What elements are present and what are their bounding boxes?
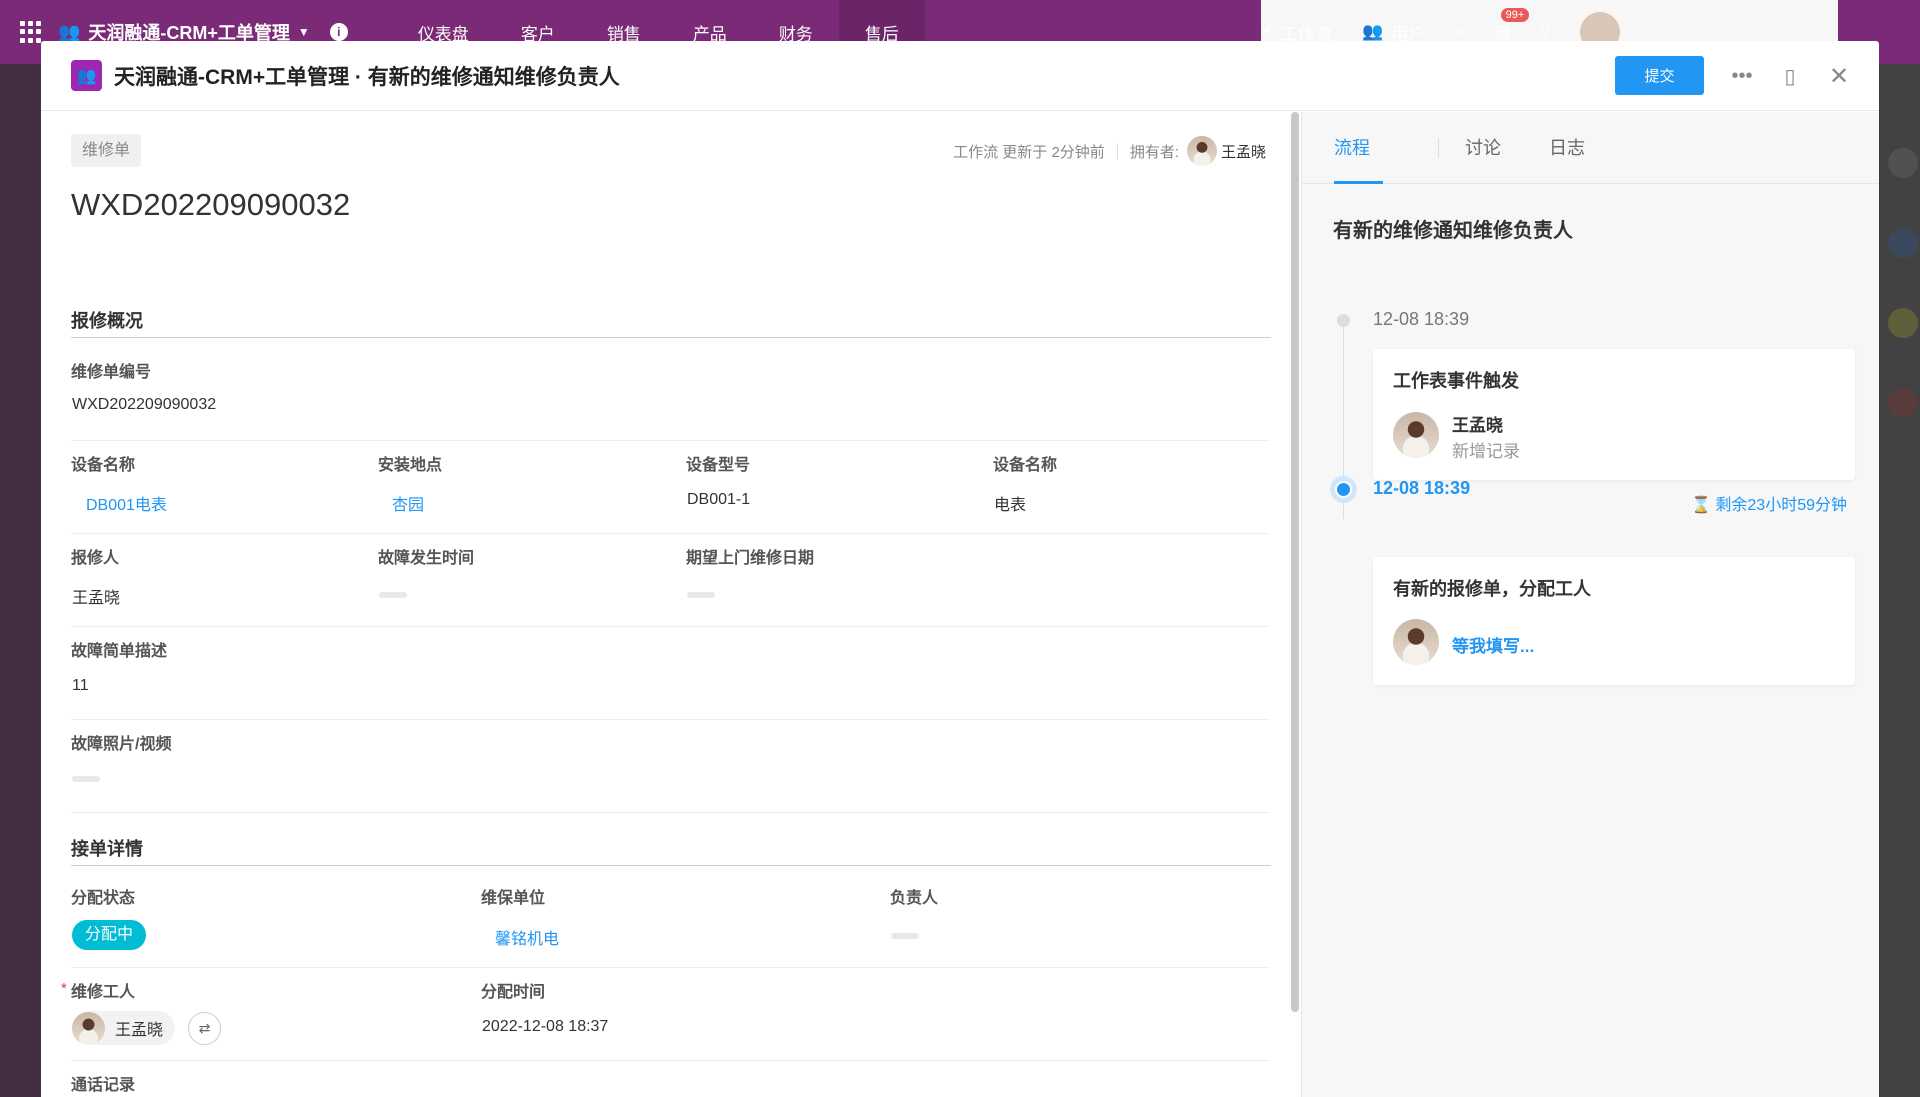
field-empty-expected-date [687, 592, 715, 598]
field-value-device-name-2: 电表 [994, 497, 1027, 514]
workflow-updated-text: 工作流 更新于 2分钟前 [953, 143, 1105, 161]
field-label-install-location: 安装地点 [378, 457, 443, 474]
notification-badge: 99+ [1500, 8, 1530, 22]
field-value-maintenance-unit[interactable]: 馨铭机电 [495, 925, 559, 949]
step-action: 新增记录 [1452, 442, 1520, 461]
field-empty-fault-media [72, 776, 100, 782]
field-label-maintenance-unit: 维保单位 [481, 890, 546, 907]
flow-title: 有新的维修通知维修负责人 [1333, 220, 1573, 242]
step-title: 工作表事件触发 [1393, 371, 1519, 391]
field-label-fault-time: 故障发生时间 [378, 550, 475, 567]
record-type-tag: 维修单 [71, 134, 142, 167]
timeline-dot-active [1330, 476, 1357, 503]
repair-worker-name: 王孟晓 [115, 1022, 164, 1039]
status-badge: 分配中 [72, 920, 147, 950]
avatar [1393, 412, 1439, 458]
hourglass-icon: ⌛ [1691, 497, 1711, 514]
notification-icon[interactable]: ▤ 99+ [1495, 8, 1530, 42]
field-label-expected-date: 期望上门维修日期 [686, 550, 815, 567]
avatar [72, 1011, 105, 1045]
field-value-assign-time: 2022-12-08 18:37 [482, 1018, 609, 1035]
tab-log[interactable]: 日志 [1549, 134, 1585, 160]
field-label-device-model: 设备型号 [686, 457, 751, 474]
workflow-icon: ⚡ [1261, 22, 1273, 41]
field-value-device-model: DB001-1 [687, 491, 751, 508]
timeline-dot [1337, 314, 1350, 327]
field-value-install-location[interactable]: 杏园 [392, 491, 424, 515]
remaining-time: ⌛ 剩余23小时59分钟 [1691, 491, 1847, 515]
field-empty-fault-time [379, 592, 407, 598]
fill-in-link[interactable]: 等我填写... [1452, 632, 1534, 657]
panel-tabs: 流程 讨论 日志 [1302, 112, 1879, 184]
field-label-device-name-2: 设备名称 [993, 457, 1058, 474]
field-value-repair-no: WXD202209090032 [72, 396, 217, 413]
users-icon: 👥 [1361, 22, 1384, 41]
apps-grid-icon[interactable] [20, 21, 42, 43]
owner-name[interactable]: 王孟晓 [1221, 141, 1266, 162]
avatar [1393, 619, 1439, 665]
field-label-device-name: 设备名称 [71, 457, 136, 474]
record-number: WXD202209090032 [71, 187, 351, 222]
record-meta: 工作流 更新于 2分钟前 拥有者: 王孟晓 [953, 136, 1266, 166]
more-icon[interactable]: ••• [1729, 63, 1755, 89]
field-label-repair-no: 维修单编号 [71, 364, 152, 381]
field-label-assign-status: 分配状态 [71, 890, 136, 907]
step-user: 王孟晓 [1452, 416, 1503, 435]
section-title-overview: 报修概况 [71, 311, 143, 331]
workflow-panel: 流程 讨论 日志 有新的维修通知维修负责人 12-08 18:39 工作表事件触… [1302, 112, 1879, 1097]
field-label-repair-worker: 维修工人 [71, 984, 136, 1001]
field-label-call-records: 通话记录 [71, 1077, 136, 1094]
owner-avatar[interactable] [1186, 136, 1217, 166]
app-logo-icon: 👥 [58, 21, 81, 42]
step-title: 有新的报修单，分配工人 [1393, 579, 1591, 599]
repair-worker-chip[interactable]: 王孟晓 [72, 1011, 176, 1045]
field-label-reporter: 报修人 [71, 550, 120, 567]
field-value-device-name[interactable]: DB001电表 [86, 491, 167, 515]
remaining-text: 剩余23小时59分钟 [1715, 497, 1847, 514]
field-label-assign-time: 分配时间 [481, 984, 546, 1001]
field-empty-responsible [891, 933, 919, 939]
chevron-down-icon[interactable]: ▼ [298, 25, 310, 39]
field-label-responsible: 负责人 [890, 890, 939, 907]
help-icon[interactable]: ? [1541, 22, 1550, 42]
info-icon[interactable]: i [329, 23, 348, 41]
step-card-assign: 有新的报修单，分配工人 等我填写... [1373, 557, 1855, 685]
field-label-fault-media: 故障照片/视频 [71, 736, 172, 753]
field-label-fault-desc: 故障简单描述 [71, 643, 168, 660]
tab-flow[interactable]: 流程 [1334, 134, 1370, 160]
required-mark: * [61, 980, 67, 997]
section-title-order: 接单详情 [71, 839, 143, 859]
search-icon[interactable]: ⌕ [1455, 22, 1465, 42]
toggle-panel-icon[interactable]: ▯ [1777, 63, 1803, 89]
step-card-trigger: 工作表事件触发 王孟晓 新增记录 [1373, 349, 1855, 480]
field-value-reporter: 王孟晓 [72, 590, 121, 607]
form-scrollbar[interactable] [1291, 112, 1299, 1012]
owner-label: 拥有者: [1129, 143, 1179, 161]
close-icon[interactable]: ✕ [1826, 63, 1852, 90]
step-time-active: 12-08 18:39 [1373, 478, 1471, 498]
step-time: 12-08 18:39 [1373, 309, 1470, 329]
modal-title: 天润融通-CRM+工单管理 · 有新的维修通知维修负责人 [114, 65, 620, 89]
app-logo-icon: 👥 [71, 60, 102, 91]
field-value-fault-desc: 11 [72, 677, 89, 694]
tab-discussion[interactable]: 讨论 [1465, 134, 1501, 160]
submit-button[interactable]: 提交 [1615, 56, 1704, 95]
swap-icon[interactable]: ⇄ [188, 1012, 221, 1045]
record-modal: 👥 天润融通-CRM+工单管理 · 有新的维修通知维修负责人 提交 ••• ▯ … [41, 41, 1879, 1097]
modal-header: 👥 天润融通-CRM+工单管理 · 有新的维修通知维修负责人 提交 ••• ▯ … [41, 41, 1879, 111]
record-form: 维修单 工作流 更新于 2分钟前 拥有者: 王孟晓 WXD20220909003… [41, 112, 1288, 1097]
